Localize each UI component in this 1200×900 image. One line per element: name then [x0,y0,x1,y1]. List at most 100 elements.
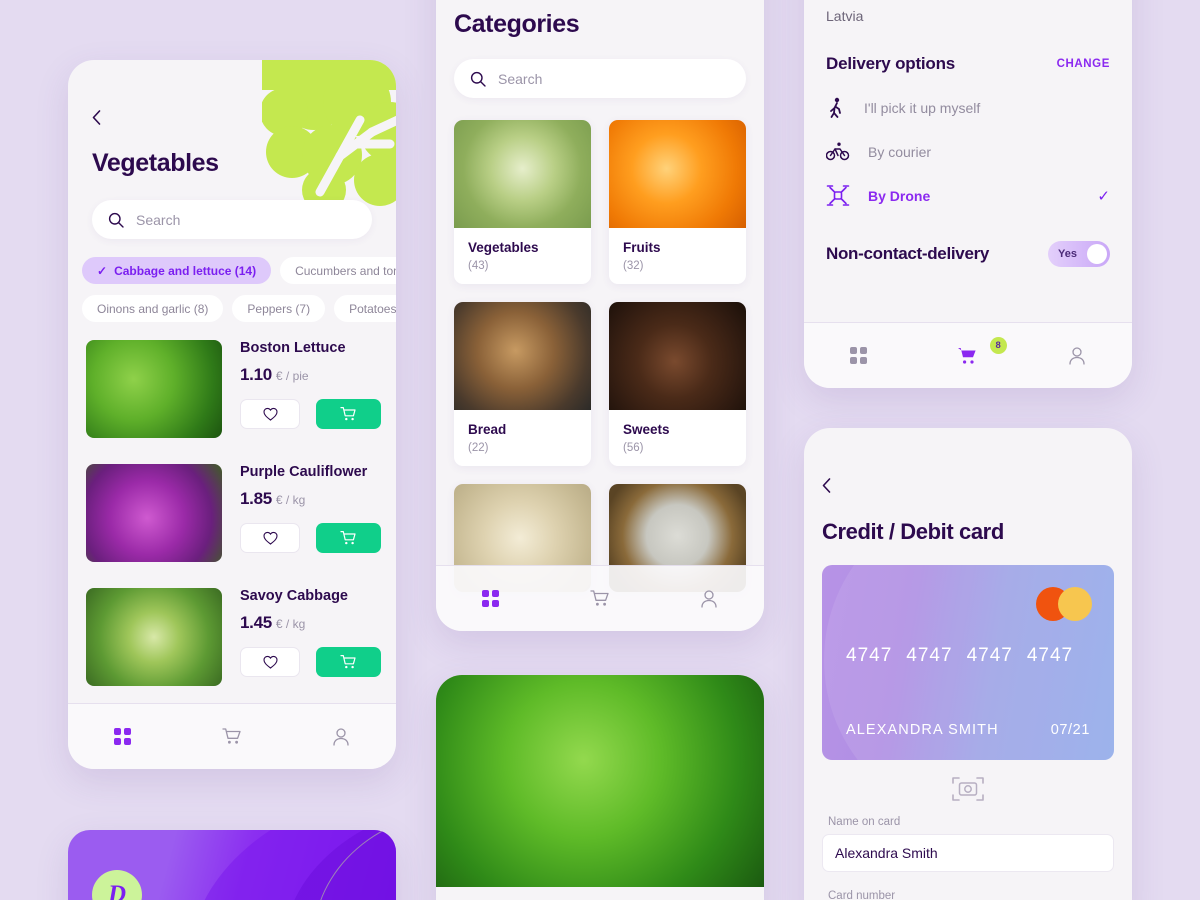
price-unit: € / pie [275,369,309,383]
name-on-card-input[interactable]: Alexandra Smith [822,834,1114,872]
back-button[interactable] [822,476,1114,497]
add-to-cart-button[interactable] [316,647,381,677]
cart-icon [340,407,356,421]
add-to-cart-button[interactable] [316,399,381,429]
nav-item-cart[interactable]: 8 [913,336,1022,366]
drone-icon [826,185,850,206]
product-name: Savoy Cabbage [240,588,348,604]
product-actions [240,399,381,429]
category-name: Vegetables [468,240,539,255]
back-button[interactable] [92,108,372,129]
category-grid: Vegetables (43) Fruits (32) Bread (22) S… [436,120,764,592]
delivery-option-pickup[interactable]: I'll pick it up myself [826,97,1110,119]
add-to-cart-button[interactable] [316,523,381,553]
search-input[interactable]: Search [454,59,746,98]
user-icon [1069,347,1085,365]
brand-logo: D [92,870,142,900]
nav-item-profile[interactable] [1023,346,1132,365]
non-contact-delivery-row: Non-contact-delivery Yes [826,241,1110,267]
promo-banner[interactable]: D [68,830,396,900]
nav-item-catalog[interactable] [436,590,545,607]
camera-scan-icon [952,777,984,801]
product-row[interactable]: Savoy Cabbage 1.45 € / kg [86,588,381,686]
product-row[interactable]: Purple Cauliflower 1.85 € / kg [86,464,381,562]
nav-item-cart[interactable] [177,727,286,746]
categories-screen: Categories Search Vegetables (43) Fruits… [436,0,764,631]
filter-chip-potatoes[interactable]: Potatoes and carrots [334,295,396,322]
category-count: (56) [623,442,644,454]
product-image [86,340,222,438]
product-hero-carousel[interactable] [436,675,764,900]
chip-label: Potatoes and carrots [349,301,396,316]
card-number-group: 4747 [846,645,893,666]
non-contact-label: Non-contact-delivery [826,244,990,263]
delivery-options-screen: Latvia Delivery options CHANGE I'll pick… [804,0,1132,388]
favorite-button[interactable] [240,647,300,677]
delivery-option-drone[interactable]: By Drone ✓ [826,184,1110,207]
category-card-bread[interactable]: Bread (22) [454,302,591,466]
card-number-group: 4747 [966,645,1013,666]
change-button[interactable]: CHANGE [1057,58,1110,70]
field-value: Alexandra Smith [835,845,938,861]
bottom-navigation [68,703,396,769]
card-holder-name: ALEXANDRA SMITH [846,722,999,738]
delivery-option-courier[interactable]: By courier [826,142,1110,161]
search-icon [470,71,486,87]
product-price: 1.45 € / kg [240,613,381,633]
search-input[interactable]: Search [92,200,372,239]
filter-chips-row-2: Oinons and garlic (8) Peppers (7) Potato… [68,295,396,322]
credit-card-visual: 4747 4747 4747 4747 ALEXANDRA SMITH 07/2… [822,565,1114,760]
filter-chip-onions[interactable]: Oinons and garlic (8) [82,295,224,322]
name-on-card-label: Name on card [828,816,901,828]
filter-chip-cabbage[interactable]: ✓ Cabbage and lettuce (14) [82,257,272,284]
hero-image [436,675,764,887]
product-name: Boston Lettuce [240,340,346,356]
scan-card-button[interactable] [804,776,1132,802]
delivery-section-header: Delivery options CHANGE [826,54,1110,74]
product-name: Purple Cauliflower [240,464,368,480]
screenshot-stage: Vegetables Search ✓ Cabbage and lettuce … [0,0,1200,900]
nav-item-cart[interactable] [545,589,654,608]
nav-item-catalog[interactable] [68,728,177,745]
heart-icon [262,531,278,545]
card-number-group: 4747 [1026,645,1074,666]
category-name: Bread [468,422,507,437]
card-number-group: 4747 [906,645,953,666]
heart-icon [262,655,278,669]
page-title: Vegetables [92,149,219,177]
category-image [609,302,746,410]
category-count: (22) [468,442,489,454]
nav-item-profile[interactable] [655,589,764,608]
grid-icon [482,590,500,607]
chevron-left-icon [822,478,831,493]
cart-icon [590,590,609,606]
price-unit: € / kg [275,493,306,507]
product-row[interactable]: Boston Lettuce 1.10 € / pie [86,340,381,438]
filter-chip-peppers[interactable]: Peppers (7) [232,295,326,322]
search-placeholder: Search [498,70,543,87]
chip-label: Peppers (7) [247,301,311,316]
price-value: 1.45 [240,613,272,632]
mastercard-icon [1036,587,1092,621]
non-contact-toggle[interactable]: Yes [1048,241,1110,267]
filter-chip-cucumbers[interactable]: Cucumbers and tomatoes [280,257,396,284]
category-count: (32) [623,260,644,272]
nav-item-catalog[interactable] [804,347,913,364]
favorite-button[interactable] [240,523,300,553]
chevron-left-icon [92,110,101,125]
favorite-button[interactable] [240,399,300,429]
price-value: 1.85 [240,489,272,508]
chip-label: Cabbage and lettuce (14) [114,263,257,278]
page-title: Categories [454,10,580,38]
nav-item-profile[interactable] [287,727,396,746]
category-card-sweets[interactable]: Sweets (56) [609,302,746,466]
card-number-display: 4747 4747 4747 4747 [846,645,1073,667]
product-image [86,464,222,562]
heart-icon [262,407,278,421]
category-card-vegetables[interactable]: Vegetables (43) [454,120,591,284]
category-name: Sweets [623,422,670,437]
search-placeholder: Search [136,211,181,228]
chip-label: Cucumbers and tomatoes [295,263,396,278]
price-value: 1.10 [240,365,272,384]
category-card-fruits[interactable]: Fruits (32) [609,120,746,284]
